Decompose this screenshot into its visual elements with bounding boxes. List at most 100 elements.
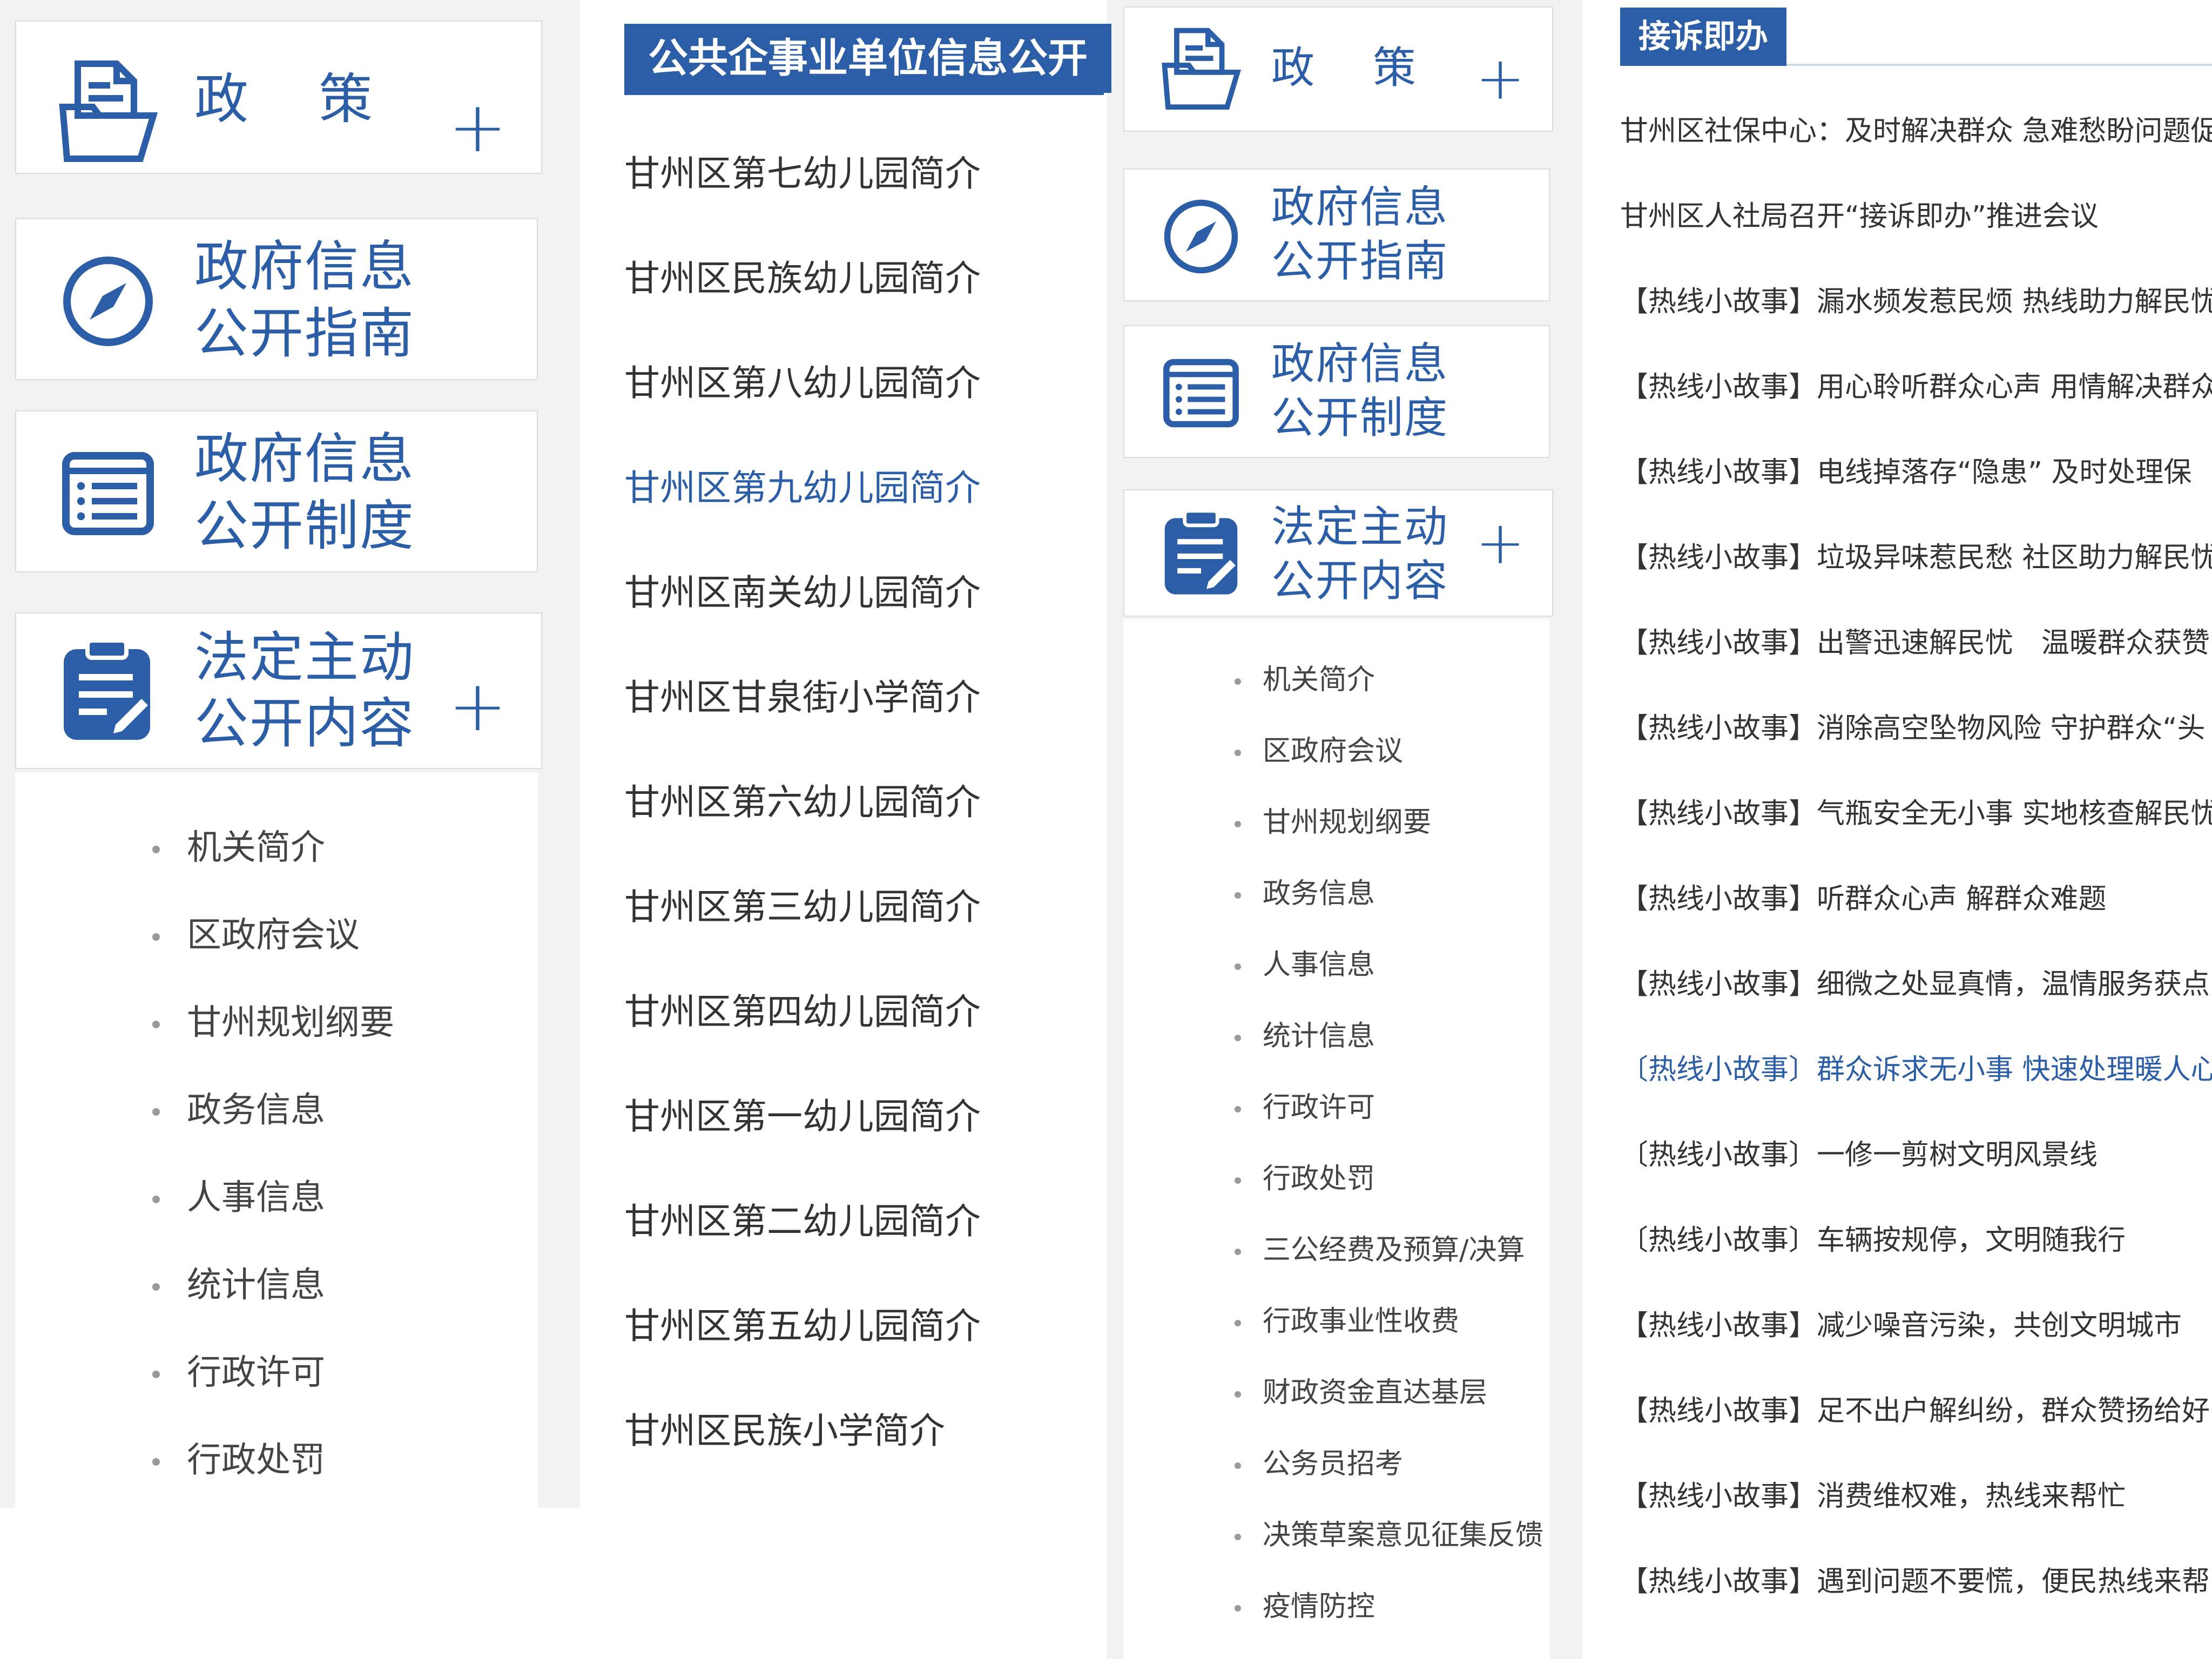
school-link[interactable]: 甘州区第三幼儿园简介 [624, 886, 981, 929]
guide-title-line1: 政府信息 [194, 235, 415, 298]
school-link[interactable]: 甘州区南关幼儿园简介 [624, 571, 981, 615]
statutory-content-nav-card[interactable]: 法定主动 公开内容 + [1123, 489, 1553, 617]
statutory-expand-plus-icon[interactable]: + [448, 671, 507, 741]
submenu-item[interactable]: 机关简介 [152, 826, 325, 869]
news-link[interactable]: 〔热线小故事〕车辆按规停，文明随我行 [1620, 1223, 2212, 1258]
policy-expand-plus-icon[interactable]: + [1475, 49, 1525, 108]
disclosure-guide-nav-card[interactable]: 政府信息 公开指南 [15, 218, 538, 380]
school-link-active[interactable]: 甘州区第九幼儿园简介 [624, 467, 981, 510]
news-link[interactable]: 【热线小故事】垃圾异味惹民愁 社区助力解民忧 [1620, 540, 2212, 576]
submenu-item[interactable]: 甘州规划纲要 [152, 1001, 394, 1044]
news-link[interactable]: 【热线小故事】消除高空坠物风险 守护群众“头 [1620, 711, 2212, 746]
news-link[interactable]: 甘州区人社局召开“接诉即办”推进会议 [1620, 199, 2212, 234]
bullet-dot-icon [152, 846, 160, 854]
clipboard-edit-icon [1164, 509, 1238, 595]
school-link[interactable]: 甘州区第二幼儿园简介 [624, 1200, 981, 1243]
statutory-content-nav-card[interactable]: 法定主动 公开内容 + [15, 612, 542, 769]
submenu-item[interactable]: 统计信息 [152, 1264, 325, 1307]
news-link[interactable]: 【热线小故事】减少噪音污染，共创文明城市 [1620, 1308, 2212, 1344]
news-link[interactable]: 【热线小故事】细微之处显真情，温情服务获点 [1620, 967, 2212, 1002]
school-link[interactable]: 甘州区第六幼儿园简介 [624, 781, 981, 824]
bullet-dot-icon [1235, 1320, 1241, 1326]
news-link[interactable]: 【热线小故事】用心聆听群众心声 用情解决群众 [1620, 369, 2212, 405]
news-link[interactable]: 【热线小故事】遇到问题不要慌，便民热线来帮 [1620, 1564, 2212, 1600]
submenu-item[interactable]: 人事信息 [152, 1176, 325, 1219]
panel-header-title: 接诉即办 [1620, 8, 1786, 66]
bullet-dot-icon [152, 933, 160, 941]
policy-nav-card[interactable]: 政 策 + [15, 21, 542, 174]
disclosure-system-nav-card[interactable]: 政府信息 公开制度 [1123, 325, 1550, 458]
submenu-item[interactable]: 甘州规划纲要 [1235, 805, 1431, 840]
news-link-active[interactable]: 〔热线小故事〕群众诉求无小事 快速处理暖人心 [1620, 1052, 2212, 1088]
system-title-line2: 公开制度 [194, 494, 415, 557]
policy-nav-card[interactable]: 政 策 + [1123, 6, 1553, 132]
school-link[interactable]: 甘州区第八幼儿园简介 [624, 362, 981, 405]
news-link[interactable]: 【热线小故事】足不出户解纠纷，群众赞扬给好 [1620, 1393, 2212, 1429]
news-link[interactable]: 甘州区社保中心：及时解决群众 急难愁盼问题促 [1620, 113, 2212, 149]
policy-title-a: 政 [194, 68, 249, 131]
submenu-item[interactable]: 决策草案意见征集反馈 [1235, 1518, 1543, 1553]
school-link[interactable]: 甘州区第五幼儿园简介 [624, 1305, 981, 1348]
bullet-dot-icon [152, 1021, 160, 1029]
submenu-item[interactable]: 行政许可 [1235, 1090, 1375, 1125]
submenu-item[interactable]: 政务信息 [152, 1089, 325, 1132]
statutory-submenu-right: 机关简介 区政府会议 甘州规划纲要 政务信息 人事信息 统计信息 行政许可 行政… [1123, 619, 1550, 1659]
bullet-dot-icon [152, 1283, 160, 1291]
compass-icon [63, 257, 153, 346]
statutory-title-line1: 法定主动 [1271, 502, 1448, 552]
policy-expand-plus-icon[interactable]: + [448, 92, 507, 162]
bullet-dot-icon [1235, 750, 1241, 756]
submenu-item[interactable]: 统计信息 [1235, 1019, 1375, 1054]
submenu-item[interactable]: 行政处罚 [152, 1439, 325, 1482]
school-link[interactable]: 甘州区民族幼儿园简介 [624, 257, 981, 300]
panel-header-title: 公共企事业单位信息公开 [624, 24, 1111, 93]
disclosure-system-nav-card[interactable]: 政府信息 公开制度 [15, 410, 538, 572]
document-folder-icon [1162, 28, 1241, 110]
bullet-dot-icon [1235, 678, 1241, 685]
news-link[interactable]: 【热线小故事】出警迅速解民忧 温暖群众获赞 [1620, 625, 2212, 661]
list-document-icon [62, 452, 154, 535]
bullet-dot-icon [1235, 1534, 1241, 1540]
news-link[interactable]: 〔热线小故事〕一修一剪树文明风景线 [1620, 1137, 2212, 1173]
school-link[interactable]: 甘州区民族小学简介 [624, 1410, 945, 1453]
news-link[interactable]: 【热线小故事】消费维权难，热线来帮忙 [1620, 1479, 2212, 1514]
submenu-item[interactable]: 政务信息 [1235, 876, 1375, 912]
submenu-item[interactable]: 区政府会议 [1235, 733, 1403, 769]
news-link[interactable]: 【热线小故事】电线掉落存“隐患” 及时处理保 [1620, 455, 2212, 490]
submenu-item[interactable]: 疫情防控 [1235, 1589, 1375, 1624]
submenu-item[interactable]: 人事信息 [1235, 947, 1375, 983]
bullet-dot-icon [1235, 1249, 1241, 1255]
policy-title-b: 策 [319, 68, 374, 131]
school-link[interactable]: 甘州区第一幼儿园简介 [624, 1095, 981, 1138]
school-link[interactable]: 甘州区第四幼儿园简介 [624, 990, 981, 1034]
statutory-title-line2: 公开内容 [194, 692, 415, 755]
bullet-dot-icon [1235, 1035, 1241, 1041]
submenu-item[interactable]: 三公经费及预算/决算 [1235, 1232, 1525, 1268]
statutory-title-line1: 法定主动 [194, 626, 415, 689]
submenu-item[interactable]: 行政许可 [152, 1351, 325, 1394]
submenu-item[interactable]: 行政事业性收费 [1235, 1304, 1459, 1339]
news-link[interactable]: 【热线小故事】气瓶安全无小事 实地核查解民忧 [1620, 796, 2212, 832]
news-link[interactable]: 【热线小故事】漏水频发惹民烦 热线助力解民忧 [1620, 284, 2212, 320]
school-link[interactable]: 甘州区甘泉街小学简介 [624, 676, 981, 719]
bullet-dot-icon [1235, 1605, 1241, 1611]
submenu-item[interactable]: 行政处罚 [1235, 1161, 1375, 1197]
list-document-icon [1163, 359, 1239, 428]
news-link[interactable]: 【热线小故事】听群众心声 解群众难题 [1620, 881, 2212, 917]
compass-icon [1164, 199, 1238, 274]
submenu-item[interactable]: 公务员招考 [1235, 1446, 1403, 1482]
submenu-item[interactable]: 机关简介 [1235, 662, 1375, 698]
system-title-line1: 政府信息 [1271, 339, 1448, 389]
bullet-dot-icon [1235, 1391, 1241, 1398]
submenu-item[interactable]: 财政资金直达基层 [1235, 1375, 1487, 1411]
bullet-dot-icon [152, 1371, 160, 1379]
statutory-expand-plus-icon[interactable]: + [1475, 513, 1525, 572]
disclosure-guide-nav-card[interactable]: 政府信息 公开指南 [1123, 168, 1550, 301]
bullet-dot-icon [1235, 963, 1241, 970]
guide-title-line1: 政府信息 [1271, 182, 1448, 232]
statutory-title-line2: 公开内容 [1271, 556, 1448, 606]
public-institutions-panel: 公共企事业单位信息公开 甘州区第七幼儿园简介 甘州区民族幼儿园简介 甘州区第八幼… [580, 0, 1111, 1508]
submenu-item[interactable]: 区政府会议 [152, 914, 360, 957]
bullet-dot-icon [152, 1108, 160, 1116]
school-link[interactable]: 甘州区第七幼儿园简介 [624, 152, 981, 195]
